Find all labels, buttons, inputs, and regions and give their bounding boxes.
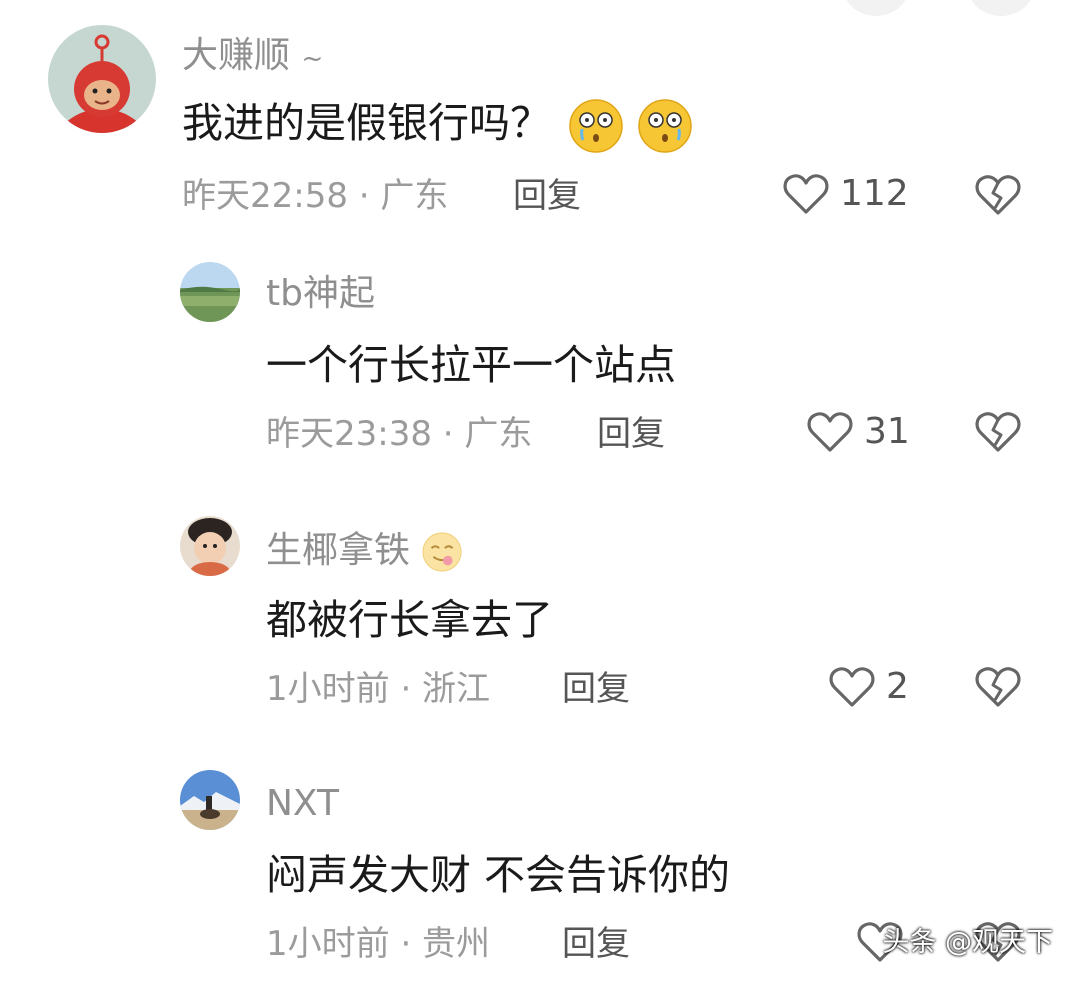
top-circle-left [843, 0, 909, 16]
comment-text: 我进的是假银行吗？ [182, 98, 693, 154]
reply-button[interactable]: 回复 [513, 179, 581, 213]
username-suffix: ~ [301, 44, 324, 74]
username[interactable]: tb神起 [266, 276, 375, 312]
like-count: 2 [886, 666, 909, 707]
comment-text-content: 我进的是假银行吗？ [182, 99, 551, 147]
heart-icon [807, 412, 853, 452]
username[interactable]: 生椰拿铁 [266, 531, 463, 573]
reply-button[interactable]: 回复 [597, 417, 665, 451]
comment-meta: 1小时前 · 贵州 [266, 924, 491, 964]
username[interactable]: NXT [266, 786, 339, 822]
broken-heart-icon[interactable] [975, 173, 1021, 217]
username[interactable]: 大赚顺 ~ [182, 38, 323, 74]
avatar[interactable] [180, 770, 240, 830]
reply-button[interactable]: 回复 [562, 927, 630, 961]
username-text: 大赚顺 [182, 35, 291, 76]
like-count: 112 [840, 173, 909, 214]
comment-meta: 昨天22:58 · 广东 [182, 176, 449, 216]
username-text: 生椰拿铁 [266, 530, 411, 571]
like-count: 31 [864, 411, 910, 452]
watermark: 头条 @观天下 [882, 927, 1053, 958]
comment-text: 一个行长拉平一个站点 [266, 341, 676, 389]
heart-icon [783, 174, 829, 214]
dizzy-cry-emoji [569, 99, 623, 153]
comment-text: 都被行长拿去了 [266, 596, 553, 644]
avatar[interactable] [180, 262, 240, 322]
heart-icon [829, 667, 875, 707]
like-button[interactable]: 112 [782, 172, 909, 216]
comment-meta: 昨天23:38 · 广东 [266, 414, 533, 454]
comment-meta: 1小时前 · 浙江 [266, 669, 491, 709]
top-circle-right [968, 0, 1034, 16]
comment-text: 闷声发大财 不会告诉你的 [266, 851, 731, 899]
like-button[interactable]: 2 [828, 665, 909, 709]
dizzy-cry-emoji [638, 99, 692, 153]
avatar[interactable] [180, 516, 240, 576]
tongue-smile-emoji [422, 532, 463, 572]
broken-heart-icon[interactable] [975, 665, 1021, 709]
avatar[interactable] [48, 25, 156, 133]
broken-heart-icon[interactable] [975, 410, 1021, 454]
reply-button[interactable]: 回复 [562, 672, 630, 706]
like-button[interactable]: 31 [806, 410, 910, 454]
